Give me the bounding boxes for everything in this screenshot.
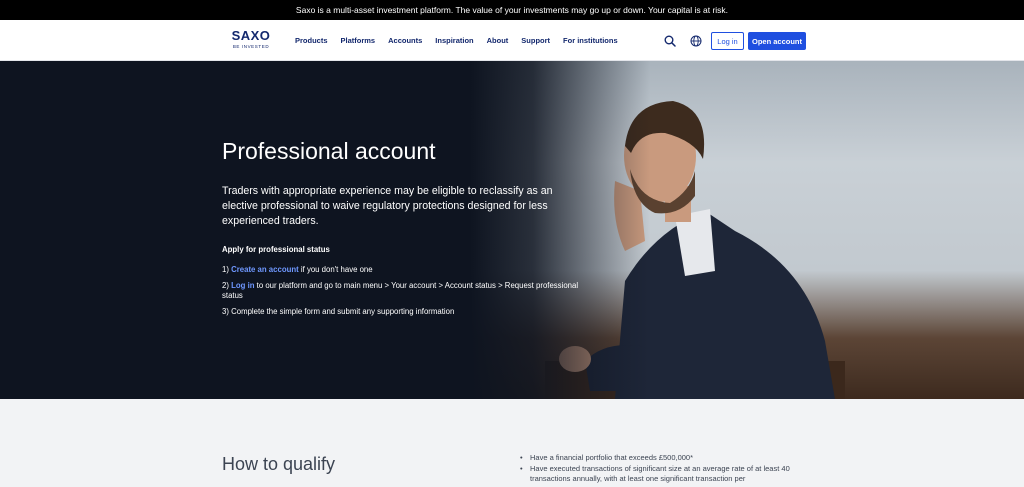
apply-steps-list: 1) Create an account if you don't have o… (222, 265, 592, 322)
globe-icon[interactable] (690, 35, 702, 47)
step-text: if you don't have one (298, 265, 373, 274)
create-account-link[interactable]: Create an account (231, 265, 299, 274)
step-number: 1) (222, 265, 232, 274)
hero-gradient-overlay (470, 61, 650, 399)
step-text: Complete the simple form and submit any … (231, 306, 455, 316)
nav-platforms[interactable]: Platforms (341, 36, 376, 45)
apply-step-1: 1) Create an account if you don't have o… (222, 265, 592, 276)
qualify-criterion: Have a financial portfolio that exceeds … (520, 453, 800, 464)
log-in-button[interactable]: Log in (711, 32, 744, 50)
logo-wordmark: SAXO (231, 28, 271, 43)
qualify-heading: How to qualify (222, 454, 336, 474)
search-icon[interactable] (664, 35, 676, 47)
hero-section: Professional account Traders with approp… (0, 61, 1024, 399)
risk-warning-banner: Saxo is a multi-asset investment platfor… (0, 0, 1024, 20)
nav-for-institutions[interactable]: For institutions (563, 36, 618, 45)
step-number: 2) (222, 280, 232, 290)
nav-products[interactable]: Products (295, 36, 328, 45)
open-account-button[interactable]: Open account (748, 32, 806, 50)
log-in-link[interactable]: Log in (231, 281, 254, 290)
qualify-criterion: Have executed transactions of significan… (520, 464, 800, 485)
step-number: 3) (222, 306, 232, 316)
how-to-qualify-section: How to qualify Have a financial portfoli… (0, 399, 1024, 487)
qualify-criteria-list: Have a financial portfolio that exceeds … (520, 453, 800, 485)
apply-step-3: 3) Complete the simple form and submit a… (222, 307, 592, 318)
apply-heading: Apply for professional status (222, 245, 330, 254)
apply-step-2: 2) Log in to our platform and go to main… (222, 281, 592, 302)
main-nav: Products Platforms Accounts Inspiration … (295, 20, 618, 60)
step-text: to our platform and go to main menu > Yo… (222, 280, 579, 301)
page-title: Professional account (222, 138, 436, 164)
nav-support[interactable]: Support (521, 36, 550, 45)
saxo-logo[interactable]: SAXO BE INVESTED (228, 28, 274, 50)
top-navigation: SAXO BE INVESTED Products Platforms Acco… (0, 20, 1024, 61)
logo-tagline: BE INVESTED (232, 44, 270, 49)
risk-warning-text: Saxo is a multi-asset investment platfor… (295, 5, 729, 15)
nav-accounts[interactable]: Accounts (388, 36, 422, 45)
hero-intro-text: Traders with appropriate experience may … (222, 185, 553, 227)
nav-inspiration[interactable]: Inspiration (435, 36, 473, 45)
nav-about[interactable]: About (487, 36, 509, 45)
